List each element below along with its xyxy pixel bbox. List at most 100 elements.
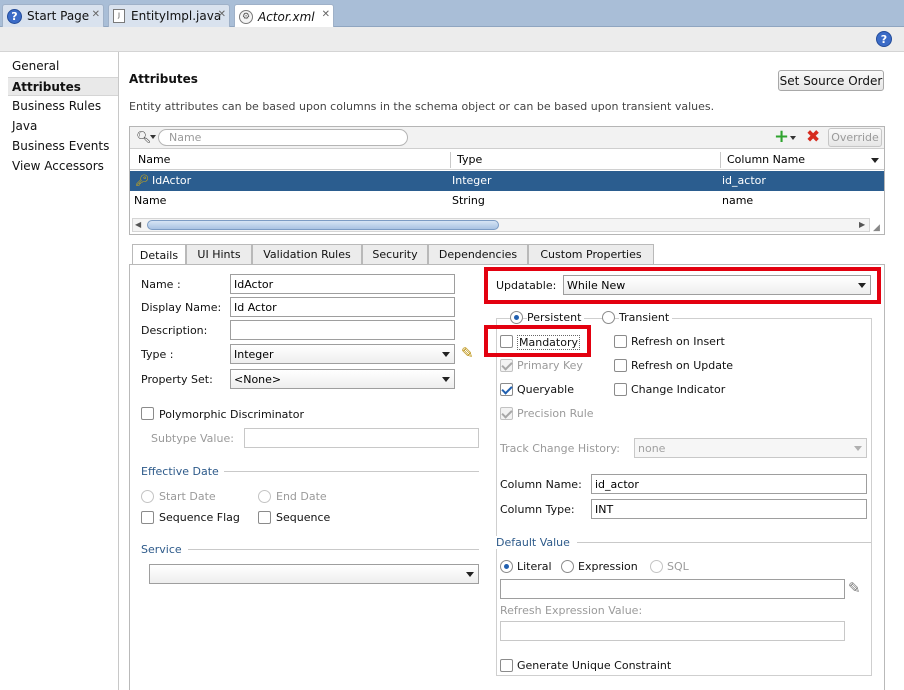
sql-radio[interactable] xyxy=(650,560,663,573)
close-icon[interactable]: ✕ xyxy=(322,9,330,20)
cell-type: Integer xyxy=(452,174,492,187)
tab-entityimpl-java[interactable]: J EntityImpl.java ✕ xyxy=(108,4,230,27)
cell-column-name: name xyxy=(722,194,754,207)
sequence-flag-checkbox[interactable] xyxy=(141,511,154,524)
tab-start-page[interactable]: ? Start Page ✕ xyxy=(2,4,104,27)
nav-item-java[interactable]: Java xyxy=(8,117,118,136)
tab-security[interactable]: Security xyxy=(362,244,428,264)
primary-key-checkbox[interactable] xyxy=(500,359,513,372)
tab-custom-properties[interactable]: Custom Properties xyxy=(528,244,654,264)
queryable-checkbox[interactable] xyxy=(500,383,513,396)
set-source-order-button[interactable]: Set Source Order xyxy=(778,70,884,91)
expression-label: Expression xyxy=(578,560,638,573)
property-set-select[interactable]: <None> xyxy=(230,369,455,389)
sequence-label: Sequence xyxy=(276,511,331,524)
scrollbar-thumb[interactable] xyxy=(147,220,499,230)
cell-type: String xyxy=(452,194,485,207)
tab-details[interactable]: Details xyxy=(132,244,186,265)
start-date-radio[interactable] xyxy=(141,490,154,503)
default-value-section: Default Value xyxy=(496,536,574,549)
nav-item-general[interactable]: General xyxy=(8,57,118,76)
search-input[interactable]: Name xyxy=(158,129,408,146)
tab-dependencies[interactable]: Dependencies xyxy=(428,244,528,264)
cell-name: IdActor xyxy=(152,174,192,187)
track-change-label: Track Change History: xyxy=(500,442,620,455)
table-row[interactable]: Name String name xyxy=(130,191,884,211)
column-header-name[interactable]: Name xyxy=(138,150,438,169)
refresh-insert-checkbox[interactable] xyxy=(614,335,627,348)
nav-item-business-rules[interactable]: Business Rules xyxy=(8,97,118,116)
section-divider xyxy=(224,471,479,472)
display-name-field[interactable]: Id Actor xyxy=(230,297,455,317)
close-icon[interactable]: ✕ xyxy=(218,9,226,20)
refresh-update-checkbox[interactable] xyxy=(614,359,627,372)
sequence-checkbox[interactable] xyxy=(258,511,271,524)
page-description: Entity attributes can be based upon colu… xyxy=(129,100,715,113)
description-label: Description: xyxy=(141,324,208,337)
page-title: Attributes xyxy=(129,72,198,86)
polymorphic-checkbox[interactable] xyxy=(141,407,154,420)
service-select[interactable] xyxy=(149,564,479,584)
search-icon[interactable]: 🔍︎ xyxy=(136,130,151,144)
persistent-label: Persistent xyxy=(527,311,585,324)
literal-label: Literal xyxy=(517,560,552,573)
editor-tab-strip: ? Start Page ✕ J EntityImpl.java ✕ ⚙ Act… xyxy=(0,0,904,28)
chevron-down-icon[interactable] xyxy=(150,135,156,139)
service-section: Service xyxy=(141,543,182,556)
nav-item-view-accessors[interactable]: View Accessors xyxy=(8,157,118,176)
chevron-down-icon[interactable] xyxy=(790,136,796,140)
nav-item-attributes[interactable]: Attributes xyxy=(8,77,118,96)
generate-unique-checkbox[interactable] xyxy=(500,659,513,672)
add-icon[interactable]: + xyxy=(774,127,789,147)
transient-radio[interactable] xyxy=(602,311,615,324)
horizontal-scrollbar[interactable]: ◀ ▶ xyxy=(132,218,870,232)
column-type-field[interactable]: INT xyxy=(591,499,867,519)
chevron-down-icon[interactable] xyxy=(871,158,879,163)
override-button[interactable]: Override xyxy=(828,128,882,147)
display-name-label: Display Name: xyxy=(141,301,222,314)
end-date-radio[interactable] xyxy=(258,490,271,503)
type-select[interactable]: Integer xyxy=(230,344,455,364)
precision-rule-checkbox[interactable] xyxy=(500,407,513,420)
java-file-icon: J xyxy=(113,9,125,23)
column-name-field[interactable]: id_actor xyxy=(591,474,867,494)
polymorphic-label: Polymorphic Discriminator xyxy=(159,408,304,421)
transient-label: Transient xyxy=(619,311,673,324)
primary-key-label: Primary Key xyxy=(517,359,583,372)
track-change-value: none xyxy=(638,442,666,455)
column-header-column-name[interactable]: Column Name xyxy=(727,150,867,169)
resize-grip-icon[interactable]: ◢ xyxy=(873,223,880,233)
pencil-icon[interactable]: ✎ xyxy=(848,579,861,597)
change-indicator-checkbox[interactable] xyxy=(614,383,627,396)
type-select-value: Integer xyxy=(234,348,274,361)
scroll-right-icon[interactable]: ▶ xyxy=(859,220,865,229)
refresh-expression-field[interactable] xyxy=(500,621,845,641)
help-icon[interactable]: ? xyxy=(876,31,892,47)
name-field[interactable]: IdActor xyxy=(230,274,455,294)
subtype-field[interactable] xyxy=(244,428,479,448)
nav-item-business-events[interactable]: Business Events xyxy=(8,137,118,156)
table-row[interactable]: 🔑︎ IdActor Integer id_actor xyxy=(130,171,884,191)
description-field[interactable] xyxy=(230,320,455,340)
chevron-down-icon xyxy=(854,446,862,451)
table-toolbar: 🔍︎ Name + ✖ Override xyxy=(130,127,884,149)
close-icon[interactable]: ✕ xyxy=(92,9,100,20)
expression-radio[interactable] xyxy=(561,560,574,573)
property-set-value: <None> xyxy=(234,373,282,386)
tab-label: Start Page xyxy=(27,9,90,23)
tab-ui-hints[interactable]: UI Hints xyxy=(186,244,252,264)
track-change-select[interactable]: none xyxy=(634,438,867,458)
tab-actor-xml[interactable]: ⚙ Actor.xml ✕ xyxy=(234,4,334,28)
scroll-left-icon[interactable]: ◀ xyxy=(135,220,141,229)
property-set-label: Property Set: xyxy=(141,373,213,386)
pencil-icon[interactable]: ✎ xyxy=(461,344,474,362)
help-icon: ? xyxy=(7,8,22,24)
persistent-radio[interactable] xyxy=(510,311,523,324)
refresh-update-label: Refresh on Update xyxy=(631,359,734,372)
column-header-type[interactable]: Type xyxy=(457,150,717,169)
section-divider xyxy=(577,542,871,543)
delete-icon[interactable]: ✖ xyxy=(806,127,820,147)
literal-radio[interactable] xyxy=(500,560,513,573)
tab-validation-rules[interactable]: Validation Rules xyxy=(252,244,362,264)
default-value-field[interactable] xyxy=(500,579,845,599)
